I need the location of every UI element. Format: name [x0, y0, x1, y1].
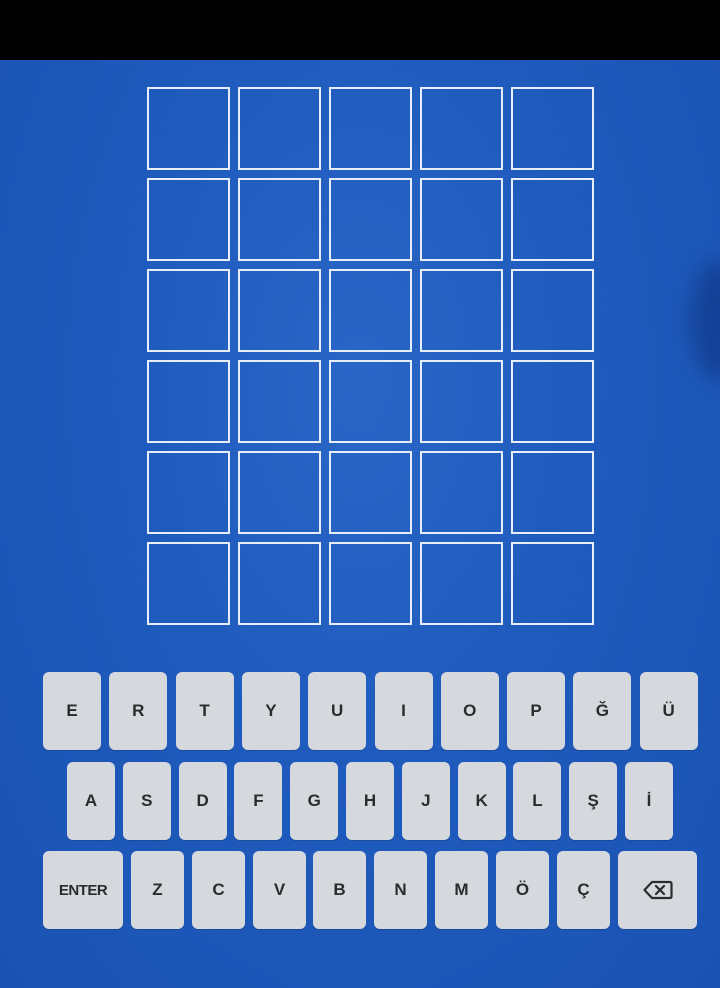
keyboard-row-1: ERTYUIOPĞÜ — [0, 672, 720, 750]
key-ü[interactable]: Ü — [639, 672, 698, 750]
board-tile — [238, 451, 321, 534]
edge-shadow — [690, 260, 720, 380]
board-tile — [511, 451, 594, 534]
board-tile — [511, 542, 594, 625]
key-z[interactable]: Z — [131, 851, 184, 929]
board-tile — [420, 451, 503, 534]
board-tile — [147, 178, 230, 261]
key-b[interactable]: B — [313, 851, 366, 929]
board-tile — [147, 87, 230, 170]
board-tile — [147, 451, 230, 534]
board-tile — [420, 542, 503, 625]
key-o[interactable]: O — [440, 672, 499, 750]
board-tile — [329, 451, 412, 534]
board-tile — [511, 360, 594, 443]
board-tile — [329, 87, 412, 170]
key-s[interactable]: S — [122, 762, 171, 840]
enter-key[interactable]: ENTER — [43, 851, 123, 929]
key-m[interactable]: M — [435, 851, 488, 929]
key-y[interactable]: Y — [241, 672, 300, 750]
board-tile — [511, 178, 594, 261]
board-tile — [147, 542, 230, 625]
key-c[interactable]: C — [192, 851, 245, 929]
key-a[interactable]: A — [67, 762, 115, 840]
board-tile — [238, 542, 321, 625]
board-tile — [420, 360, 503, 443]
keyboard-row-2: ASDFGHJKLŞİ — [0, 762, 720, 840]
board-tile — [147, 269, 230, 352]
key-ğ[interactable]: Ğ — [573, 672, 632, 750]
key-ş[interactable]: Ş — [569, 762, 618, 840]
key-i[interactable]: I — [374, 672, 433, 750]
board-tile — [238, 178, 321, 261]
board-tile — [329, 178, 412, 261]
key-g[interactable]: G — [290, 762, 339, 840]
top-bar — [0, 0, 720, 60]
board-tile — [238, 360, 321, 443]
board-tile — [329, 360, 412, 443]
board-tile — [511, 87, 594, 170]
key-t[interactable]: T — [175, 672, 234, 750]
board-tile — [147, 360, 230, 443]
key-i̇[interactable]: İ — [625, 762, 673, 840]
key-l[interactable]: L — [513, 762, 562, 840]
key-ç[interactable]: Ç — [557, 851, 610, 929]
board-tile — [238, 87, 321, 170]
board-tile — [238, 269, 321, 352]
game-area: ERTYUIOPĞÜ ASDFGHJKLŞİ ENTER Z C V B N M Ö Ç — [0, 60, 720, 988]
key-v[interactable]: V — [253, 851, 306, 929]
key-e[interactable]: E — [43, 672, 101, 750]
key-d[interactable]: D — [178, 762, 227, 840]
board-tile — [420, 178, 503, 261]
key-n[interactable]: N — [374, 851, 427, 929]
key-u[interactable]: U — [308, 672, 367, 750]
keyboard-row-3: ENTER Z C V B N M Ö Ç — [0, 851, 720, 929]
key-j[interactable]: J — [401, 762, 450, 840]
backspace-key[interactable] — [618, 851, 697, 929]
key-k[interactable]: K — [457, 762, 506, 840]
board-tile — [420, 87, 503, 170]
key-f[interactable]: F — [234, 762, 283, 840]
board-tile — [511, 269, 594, 352]
key-r[interactable]: R — [109, 672, 168, 750]
key-h[interactable]: H — [346, 762, 394, 840]
board-tile — [329, 269, 412, 352]
backspace-icon — [642, 880, 673, 900]
key-ö[interactable]: Ö — [496, 851, 549, 929]
guess-board — [147, 87, 594, 625]
key-p[interactable]: P — [507, 672, 566, 750]
board-tile — [420, 269, 503, 352]
board-tile — [329, 542, 412, 625]
